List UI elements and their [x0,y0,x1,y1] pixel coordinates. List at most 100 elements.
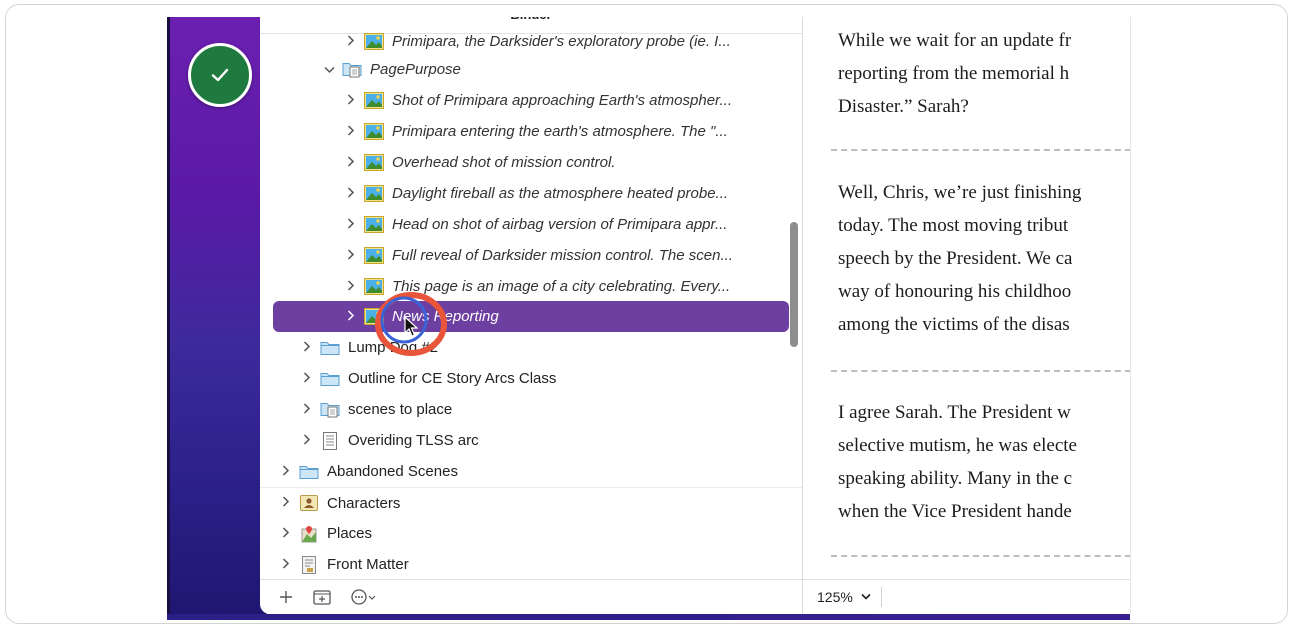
chevron-right-icon[interactable] [279,557,293,572]
scene-separator [831,555,1130,557]
front-matter-icon [299,555,319,574]
binder-item[interactable]: Full reveal of Darksider mission control… [260,240,802,271]
binder-item-label: scenes to place [348,401,453,418]
scene-separator [831,149,1130,151]
text-line: when the Vice President hande [838,501,1072,522]
text-line: today. The most moving tribut [838,215,1069,236]
checkmark-icon [188,43,252,107]
chevron-right-icon[interactable] [300,402,314,417]
binder-item-label: Overiding TLSS arc [348,432,479,449]
binder-item-label: PagePurpose [370,61,461,78]
binder-item[interactable]: scenes to place [260,394,802,425]
text-line: Disaster.” Sarah? [838,96,969,117]
chevron-right-icon[interactable] [279,496,293,510]
image-icon [364,185,384,203]
editor-panel[interactable]: While we wait for an update fr reporting… [803,17,1130,614]
mouse-pointer-icon [404,316,418,337]
text-line: While we wait for an update fr [838,30,1072,51]
crop-edge [1130,17,1131,614]
document-icon [320,431,340,450]
folder-icon [299,463,319,481]
scene-separator [831,370,1130,372]
character-icon [299,494,319,512]
chevron-right-icon[interactable] [344,309,358,324]
chevron-right-icon[interactable] [344,186,358,201]
binder-item-label: Abandoned Scenes [327,463,458,480]
text-line: way of honouring his childhoo [838,281,1072,302]
chevron-right-icon[interactable] [300,433,314,448]
zoom-level[interactable]: 125% [817,589,853,605]
image-icon [364,247,384,265]
binder-item[interactable]: Head on shot of airbag version of Primip… [260,209,802,240]
paragraph-1[interactable]: While we wait for an update fr reporting… [838,24,1130,123]
binder-item[interactable]: Front Matter [260,549,802,580]
chevron-right-icon[interactable] [344,93,358,108]
chevron-down-icon[interactable] [861,591,871,603]
binder-panel: Binder Primipara, the Darksider's explor… [260,17,802,614]
binder-item-label: Outline for CE Story Arcs Class [348,370,557,387]
binder-item[interactable]: Characters [260,487,802,518]
binder-item[interactable]: Primipara entering the earth's atmospher… [260,116,802,147]
binder-item[interactable]: This page is an image of a city celebrat… [260,271,802,302]
binder-item-label: Overhead shot of mission control. [392,154,616,171]
desktop-background-bottom [167,614,1130,620]
binder-item[interactable]: Overhead shot of mission control. [260,147,802,178]
binder-item-label: Daylight fireball as the atmosphere heat… [392,185,729,202]
image-icon [364,92,384,110]
binder-item-label: Head on shot of airbag version of Primip… [392,216,728,233]
binder-item[interactable]: Lump Dog #2 [260,332,802,363]
binder-item-label: Primipara, the Darksider's exploratory p… [392,33,731,50]
chevron-right-icon[interactable] [344,248,358,263]
text-line: Well, Chris, we’re just finishing [838,182,1082,203]
places-icon [299,525,319,543]
paragraph-3[interactable]: I agree Sarah. The President w selective… [838,396,1130,528]
chevron-right-icon[interactable] [344,155,358,170]
folder-doc-icon [342,61,362,79]
chevron-right-icon[interactable] [344,124,358,139]
chevron-right-icon[interactable] [279,464,293,479]
binder-item[interactable]: Overiding TLSS arc [260,425,802,456]
plus-icon[interactable] [278,586,294,608]
footer-divider [880,587,882,607]
binder-item-selected[interactable]: News Reporting [260,301,802,332]
binder-item[interactable]: Abandoned Scenes [260,456,802,487]
binder-item[interactable]: Primipara, the Darksider's exploratory p… [260,26,802,57]
chevron-right-icon[interactable] [300,371,314,386]
binder-item[interactable]: PagePurpose [260,54,802,85]
text-line: reporting from the memorial h [838,63,1070,84]
editor-footer: 125% [803,579,1130,614]
image-icon [364,308,384,326]
binder-item[interactable]: Daylight fireball as the atmosphere heat… [260,178,802,209]
chevron-right-icon[interactable] [279,526,293,541]
image-icon [364,33,384,51]
binder-item[interactable]: Outline for CE Story Arcs Class [260,363,802,394]
window-edge [167,17,170,620]
binder-scrollbar[interactable] [790,222,798,347]
folder-doc-icon [320,401,340,419]
binder-item-label: This page is an image of a city celebrat… [392,278,731,295]
chevron-right-icon[interactable] [344,217,358,232]
binder-item-label: Full reveal of Darksider mission control… [392,247,733,264]
binder-item-label: Characters [327,494,401,512]
binder-item-label: Front Matter [327,556,409,573]
chevron-right-icon[interactable] [344,279,358,294]
folder-icon [320,339,340,357]
desktop-background [167,17,267,620]
binder-item[interactable]: Shot of Primipara approaching Earth's at… [260,85,802,116]
binder-footer [260,579,802,614]
text-line: speech by the President. We ca [838,248,1073,269]
text-line: among the victims of the disas [838,314,1070,335]
chevron-right-icon[interactable] [300,340,314,355]
chevron-down-icon[interactable] [322,63,336,77]
binder-item-label: Primipara entering the earth's atmospher… [392,123,728,140]
binder-item[interactable]: Places [260,518,802,549]
text-line: speaking ability. Many in the c [838,468,1073,489]
image-icon [364,216,384,234]
ellipsis-circle-icon[interactable] [350,586,378,608]
add-folder-icon[interactable] [312,586,332,608]
chevron-right-icon[interactable] [344,34,358,49]
binder-item-label: Shot of Primipara approaching Earth's at… [392,92,732,109]
binder-item-label: Lump Dog #2 [348,339,439,356]
paragraph-2[interactable]: Well, Chris, we’re just finishing today.… [838,176,1130,341]
image-icon [364,123,384,141]
